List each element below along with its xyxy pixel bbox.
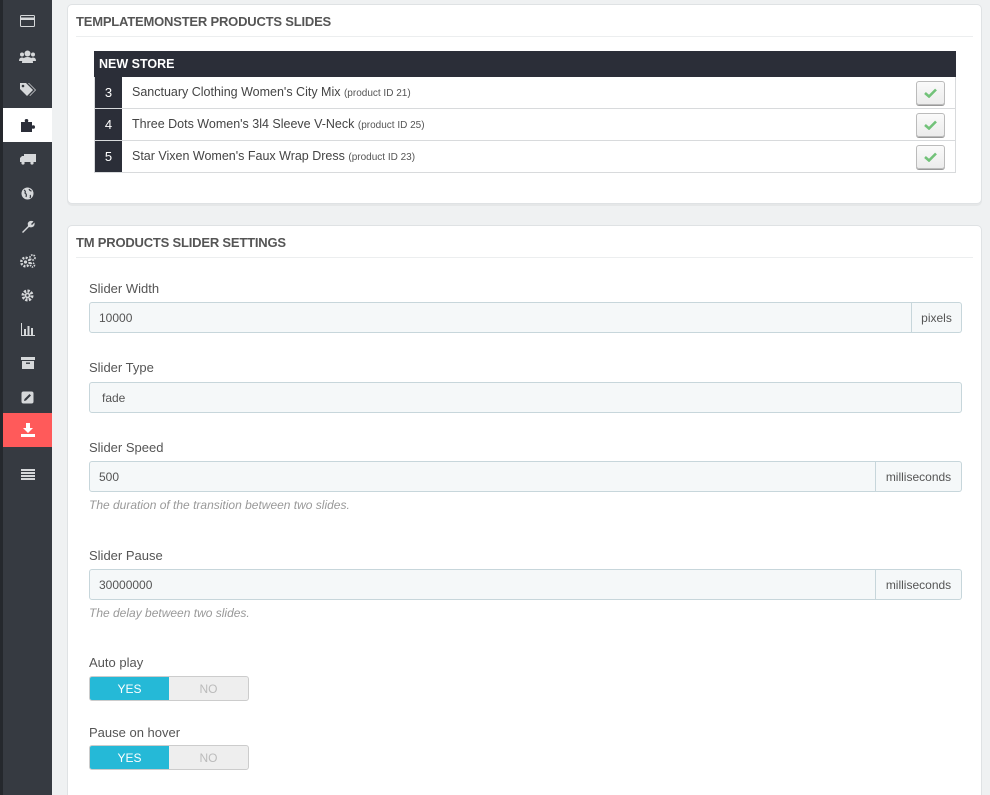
puzzle-icon: [20, 119, 35, 132]
sidebar-item-customers[interactable]: [3, 39, 52, 73]
sidebar-nav: [0, 0, 52, 795]
check-icon: [924, 120, 937, 130]
sidebar-collapse-toggle[interactable]: [3, 457, 52, 491]
sidebar-item-archive[interactable]: [3, 346, 52, 380]
slider-speed-input[interactable]: 500: [89, 461, 876, 492]
slide-row[interactable]: 3 Sanctuary Clothing Women's City Mix (p…: [94, 77, 956, 109]
sidebar-item-edit[interactable]: [3, 380, 52, 414]
pause-on-hover-no[interactable]: NO: [169, 746, 248, 769]
check-icon: [924, 152, 937, 162]
slide-product-id: (product ID 23): [348, 152, 416, 163]
slider-type-select[interactable]: fade: [89, 382, 962, 413]
slide-title: Star Vixen Women's Faux Wrap Dress (prod…: [132, 149, 416, 163]
pause-on-hover-label: Pause on hover: [89, 725, 181, 740]
store-header: NEW STORE: [94, 51, 956, 77]
sidebar-item-preferences[interactable]: [3, 210, 52, 244]
credit-card-icon: [20, 15, 35, 27]
globe-icon: [21, 187, 34, 199]
auto-play-no[interactable]: NO: [169, 677, 248, 700]
slider-pause-label: Slider Pause: [89, 548, 163, 563]
slide-product-id: (product ID 21): [343, 88, 411, 99]
sidebar-item-import[interactable]: [3, 413, 52, 447]
sidebar-item-advanced[interactable]: [3, 244, 52, 278]
auto-play-label: Auto play: [89, 655, 144, 670]
cogs-icon: [19, 254, 36, 268]
slide-status-toggle[interactable]: [916, 113, 945, 137]
slides-panel: TEMPLATEMONSTER PRODUCTS SLIDES NEW STOR…: [67, 4, 982, 204]
sidebar-item-orders[interactable]: [3, 4, 52, 38]
slide-title: Sanctuary Clothing Women's City Mix (pro…: [132, 85, 411, 99]
users-icon: [19, 50, 36, 63]
slide-status-toggle[interactable]: [916, 81, 945, 105]
slider-pause-input[interactable]: 30000000: [89, 569, 876, 600]
slider-type-label: Slider Type: [89, 360, 154, 375]
check-icon: [924, 88, 937, 98]
pause-on-hover-yes[interactable]: YES: [90, 746, 169, 769]
slide-position: 4: [95, 109, 122, 140]
tags-icon: [19, 83, 36, 96]
slide-row[interactable]: 4 Three Dots Women's 3l4 Sleeve V-Neck (…: [94, 109, 956, 141]
bar-chart-icon: [20, 322, 35, 336]
slide-position: 5: [95, 141, 122, 172]
pause-on-hover-switch[interactable]: YES NO: [89, 745, 249, 770]
edit-icon: [21, 391, 34, 403]
auto-play-yes[interactable]: YES: [90, 677, 169, 700]
slider-speed-label: Slider Speed: [89, 440, 164, 455]
truck-icon: [19, 154, 36, 165]
sidebar-item-catalog[interactable]: [3, 73, 52, 107]
wrench-icon: [21, 220, 35, 233]
settings-panel-title: TM PRODUCTS SLIDER SETTINGS: [76, 226, 973, 258]
archive-icon: [20, 357, 35, 369]
settings-panel: TM PRODUCTS SLIDER SETTINGS Slider Width…: [67, 225, 982, 795]
download-icon: [20, 423, 35, 437]
slide-product-id: (product ID 25): [357, 120, 425, 131]
sidebar-item-localization[interactable]: [3, 176, 52, 210]
slider-speed-unit: milliseconds: [876, 461, 962, 492]
slider-width-label: Slider Width: [89, 281, 160, 296]
sidebar-item-modules[interactable]: [3, 108, 52, 142]
slider-pause-help: The delay between two slides.: [89, 606, 250, 620]
auto-play-switch[interactable]: YES NO: [89, 676, 249, 701]
slider-width-unit: pixels: [912, 302, 962, 333]
slider-pause-unit: milliseconds: [876, 569, 962, 600]
slider-width-input[interactable]: 10000: [89, 302, 912, 333]
slides-panel-title: TEMPLATEMONSTER PRODUCTS SLIDES: [76, 5, 973, 37]
slide-status-toggle[interactable]: [916, 145, 945, 169]
menu-icon: [20, 468, 35, 480]
gear-icon: [21, 289, 34, 301]
slide-row[interactable]: 5 Star Vixen Women's Faux Wrap Dress (pr…: [94, 141, 956, 173]
sidebar-item-administration[interactable]: [3, 278, 52, 312]
sidebar-item-shipping[interactable]: [3, 142, 52, 176]
slide-title: Three Dots Women's 3l4 Sleeve V-Neck (pr…: [132, 117, 425, 131]
slider-speed-help: The duration of the transition between t…: [89, 498, 350, 512]
slide-position: 3: [95, 77, 122, 108]
sidebar-item-stats[interactable]: [3, 312, 52, 346]
